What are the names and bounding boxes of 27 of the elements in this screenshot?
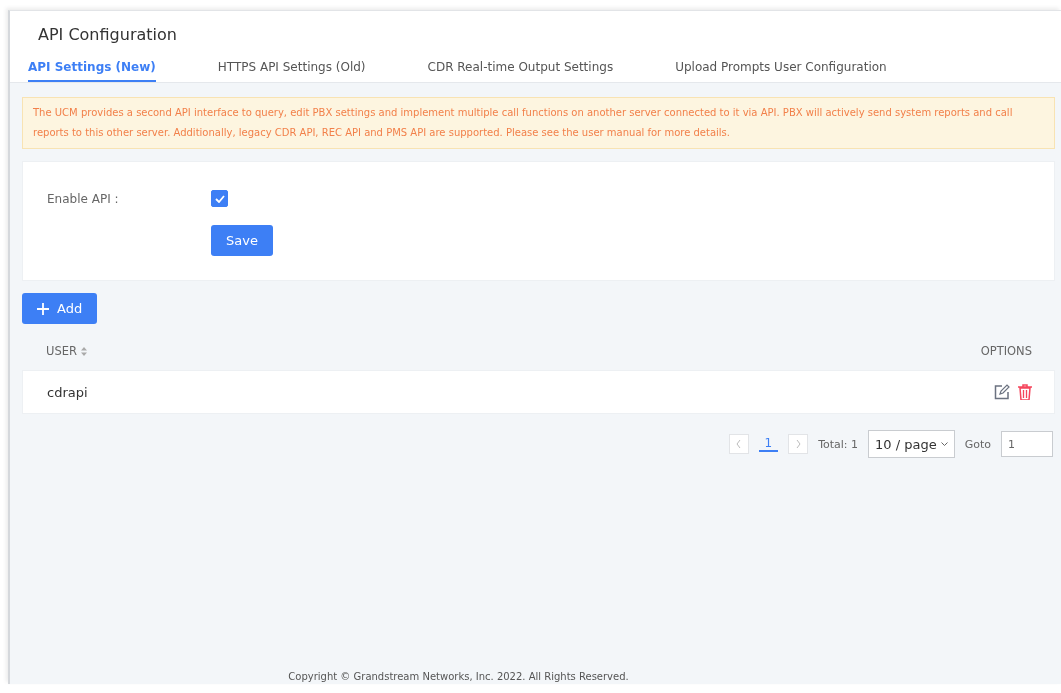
notice-banner: The UCM provides a second API interface to query, edit PBX settings and implement multiple call functions on another server connected to it via API. PBX will actively send system reports and call reports to this other server. Additionally, legacy CDR API, REC API and PMS API are supported. Please see the user manual for more details.	[22, 97, 1055, 149]
goto-label: Goto	[964, 437, 991, 451]
column-header: OPTIONS	[980, 344, 1032, 358]
copyright-text: Copyright © Grandstream Networks, Inc. 2022. All Rights Reserved.	[287, 671, 630, 684]
table-cell: cdrapi	[47, 384, 88, 400]
tab[interactable]: Upload Prompts User Configuration	[675, 60, 887, 82]
tab[interactable]: CDR Real-time Output Settings	[427, 60, 614, 82]
sort-icon[interactable]	[81, 346, 87, 356]
chevron-right-icon	[795, 440, 801, 448]
page-title: API Configuration	[38, 25, 178, 44]
plus-icon	[37, 302, 49, 315]
chevron-left-icon	[736, 440, 741, 448]
save-button[interactable]: Save	[211, 225, 273, 256]
enable-api-checkbox[interactable]	[211, 190, 228, 207]
page-size-select[interactable]: 10 / page	[868, 430, 955, 458]
total-count: Total: 1	[818, 437, 859, 451]
checkmark-icon	[214, 194, 225, 203]
delete-icon[interactable]	[1018, 384, 1032, 400]
tab[interactable]: HTTPS API Settings (Old)	[217, 60, 366, 82]
field-label: Enable API :	[47, 191, 120, 206]
page-number[interactable]: 1	[758, 436, 779, 452]
tab[interactable]: API Settings (New)	[28, 60, 156, 82]
goto-input[interactable]: 1	[1001, 431, 1053, 457]
add-button[interactable]: Add	[22, 293, 98, 324]
edit-icon[interactable]	[994, 384, 1010, 400]
caret-icon	[940, 441, 948, 447]
column-header[interactable]: USER	[46, 344, 87, 358]
